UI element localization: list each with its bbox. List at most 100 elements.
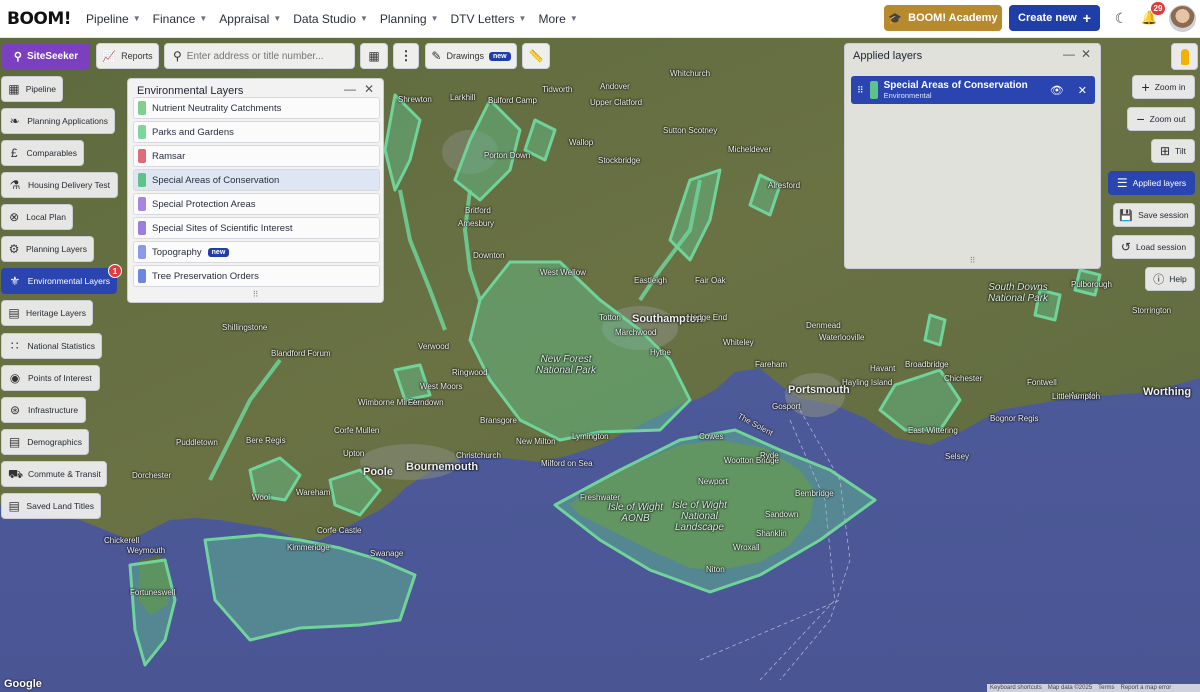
sidebar-item-local-plan[interactable]: ⊗ Local Plan bbox=[1, 204, 73, 230]
minimize-icon[interactable]: — bbox=[344, 82, 356, 96]
layer-item-selected[interactable]: Special Areas of Conservation bbox=[133, 169, 380, 191]
search-input[interactable] bbox=[186, 50, 347, 62]
save-session-label: Save session bbox=[1138, 210, 1189, 220]
sidebar-item-comparables[interactable]: £ Comparables bbox=[1, 140, 84, 166]
sidebar-item-heritage-layers[interactable]: ▤ Heritage Layers bbox=[1, 300, 93, 326]
nav-planning[interactable]: Planning ▼ bbox=[380, 12, 439, 26]
map-label: Eastleigh bbox=[634, 276, 667, 285]
map-label: Sandown bbox=[765, 510, 799, 519]
save-session-button[interactable]: 💾 Save session bbox=[1113, 203, 1195, 227]
load-session-button[interactable]: ↺ Load session bbox=[1112, 235, 1195, 259]
nav-pipeline[interactable]: Pipeline ▼ bbox=[86, 12, 141, 26]
map-label: Dorchester bbox=[132, 471, 172, 480]
nav-data-studio[interactable]: Data Studio ▼ bbox=[293, 12, 368, 26]
map-type-button[interactable]: ▦ bbox=[360, 43, 388, 69]
top-navigation-bar: BOOM! Pipeline ▼ Finance ▼ Appraisal ▼ Data… bbox=[0, 0, 1200, 38]
keyboard-shortcuts-link[interactable]: Keyboard shortcuts bbox=[990, 685, 1042, 691]
academy-button[interactable]: 🎓 BOOM! Academy bbox=[884, 5, 1002, 31]
load-session-label: Load session bbox=[1135, 242, 1187, 252]
layer-color-swatch bbox=[138, 269, 146, 283]
avatar[interactable] bbox=[1169, 5, 1196, 32]
map-label: Bransgore bbox=[480, 416, 517, 425]
sidebar-item-national-statistics[interactable]: ∷ National Statistics bbox=[1, 333, 102, 359]
layer-item[interactable]: Parks and Gardens bbox=[133, 121, 380, 143]
moon-icon[interactable]: ☾ bbox=[1113, 10, 1129, 26]
map-label: Bognor Regis bbox=[990, 414, 1039, 423]
sidebar-item-label: Planning Applications bbox=[27, 116, 108, 126]
minus-icon: − bbox=[1136, 111, 1145, 127]
minimize-icon[interactable]: — bbox=[1063, 47, 1075, 61]
report-error-link[interactable]: Report a map error bbox=[1121, 685, 1172, 691]
layer-item[interactable]: Topography new bbox=[133, 241, 380, 263]
tilt-button[interactable]: ⊞ Tilt bbox=[1151, 139, 1195, 163]
map-label: Weymouth bbox=[127, 546, 166, 555]
sidebar-item-commute-transit[interactable]: ⛟ Commute & Transit bbox=[1, 461, 107, 487]
nav-appraisal[interactable]: Appraisal ▼ bbox=[219, 12, 281, 26]
park-name: New Forest National Park bbox=[536, 354, 597, 376]
layer-item[interactable]: Special Protection Areas bbox=[133, 193, 380, 215]
street-view-pegman[interactable] bbox=[1171, 43, 1198, 70]
search-box[interactable]: ⚲ bbox=[164, 43, 355, 69]
layers-icon: ☰ bbox=[1116, 176, 1128, 190]
chevron-down-icon: ▼ bbox=[199, 14, 208, 23]
close-icon[interactable]: ✕ bbox=[1078, 84, 1087, 97]
create-new-button[interactable]: Create new + bbox=[1009, 5, 1100, 31]
close-icon[interactable]: ✕ bbox=[364, 82, 374, 96]
sidebar-item-planning-applications[interactable]: ❧ Planning Applications bbox=[1, 108, 115, 134]
layer-item[interactable]: Special Sites of Scientific Interest bbox=[133, 217, 380, 239]
sidebar-item-infrastructure[interactable]: ⊛ Infrastructure bbox=[1, 397, 86, 423]
help-button[interactable]: ⓘ Help bbox=[1145, 267, 1195, 291]
sidebar-item-label: Saved Land Titles bbox=[26, 501, 94, 511]
zoom-out-button[interactable]: − Zoom out bbox=[1127, 107, 1195, 131]
map-data-text: Map data ©2025 bbox=[1047, 685, 1093, 691]
sidebar-item-housing-delivery-test[interactable]: ⚗ Housing Delivery Test bbox=[1, 172, 118, 198]
layer-color-swatch bbox=[138, 245, 146, 259]
nav-dtv-letters[interactable]: DTV Letters ▼ bbox=[451, 12, 527, 26]
map-label: Ryde bbox=[760, 451, 779, 460]
nav-data-studio-label: Data Studio bbox=[293, 11, 356, 26]
document-icon: ▤ bbox=[8, 499, 20, 513]
sidebar-item-label: Housing Delivery Test bbox=[28, 180, 111, 190]
nav-finance[interactable]: Finance ▼ bbox=[153, 12, 208, 26]
help-icon: ⓘ bbox=[1153, 274, 1165, 286]
google-logo: Google bbox=[4, 678, 42, 690]
drawings-button[interactable]: ✎ Drawings new bbox=[425, 43, 517, 69]
sidebar-item-planning-layers[interactable]: ⚙ Planning Layers bbox=[1, 236, 94, 262]
chevron-down-icon: ▼ bbox=[273, 14, 282, 23]
sidebar-item-points-of-interest[interactable]: ◉ Points of Interest bbox=[1, 365, 100, 391]
sidebar-item-demographics[interactable]: ▤ Demographics bbox=[1, 429, 89, 455]
map-label: Marchwood bbox=[615, 328, 657, 337]
applied-layer-item[interactable]: ⠿ Special Areas of Conservation Environm… bbox=[851, 76, 1095, 104]
layer-item[interactable]: Nutrient Neutrality Catchments bbox=[133, 97, 380, 119]
nav-more[interactable]: More ▼ bbox=[538, 12, 577, 26]
map-label: Worthing bbox=[1143, 386, 1192, 398]
map-label: Bournemouth bbox=[406, 461, 479, 473]
eye-icon[interactable]: 👁 bbox=[1050, 84, 1064, 97]
map-label: West Wellow bbox=[540, 268, 586, 277]
layer-item[interactable]: Tree Preservation Orders bbox=[133, 265, 380, 287]
sidebar-item-pipeline[interactable]: ▦ Pipeline bbox=[1, 76, 63, 102]
resize-grip-icon[interactable]: ⠿ bbox=[253, 290, 259, 299]
drag-handle-icon[interactable]: ⠿ bbox=[857, 85, 864, 96]
siteseeker-label: SiteSeeker bbox=[26, 50, 79, 62]
applied-layers-button[interactable]: ☰ Applied layers bbox=[1108, 171, 1195, 195]
sidebar-item-saved-land-titles[interactable]: ▤ Saved Land Titles bbox=[1, 493, 101, 519]
zoom-in-button[interactable]: + Zoom in bbox=[1132, 75, 1195, 99]
ruler-icon: 📏 bbox=[528, 49, 544, 63]
layer-color-swatch bbox=[138, 173, 146, 187]
boom-logo[interactable]: BOOM! bbox=[7, 9, 72, 29]
vertical-dots-icon: ⋮ bbox=[399, 48, 413, 63]
more-options-button[interactable]: ⋮ bbox=[393, 43, 419, 69]
resize-grip-icon[interactable]: ⠿ bbox=[970, 256, 976, 265]
layer-item[interactable]: Ramsar bbox=[133, 145, 380, 167]
layer-label: Tree Preservation Orders bbox=[152, 270, 259, 282]
terms-link[interactable]: Terms bbox=[1098, 685, 1114, 691]
siteseeker-button[interactable]: ⚲ SiteSeeker bbox=[2, 43, 90, 69]
measure-button[interactable]: 📏 bbox=[522, 43, 550, 69]
sidebar-item-label: Points of Interest bbox=[28, 373, 92, 383]
sidebar-item-environmental-layers[interactable]: ⚜ Environmental Layers 1 bbox=[1, 264, 122, 294]
map-label: Corfe Castle bbox=[317, 526, 362, 535]
close-icon[interactable]: ✕ bbox=[1081, 47, 1091, 61]
reports-button[interactable]: 📈 Reports bbox=[96, 43, 159, 69]
sidebar-item-label: Comparables bbox=[26, 148, 77, 158]
